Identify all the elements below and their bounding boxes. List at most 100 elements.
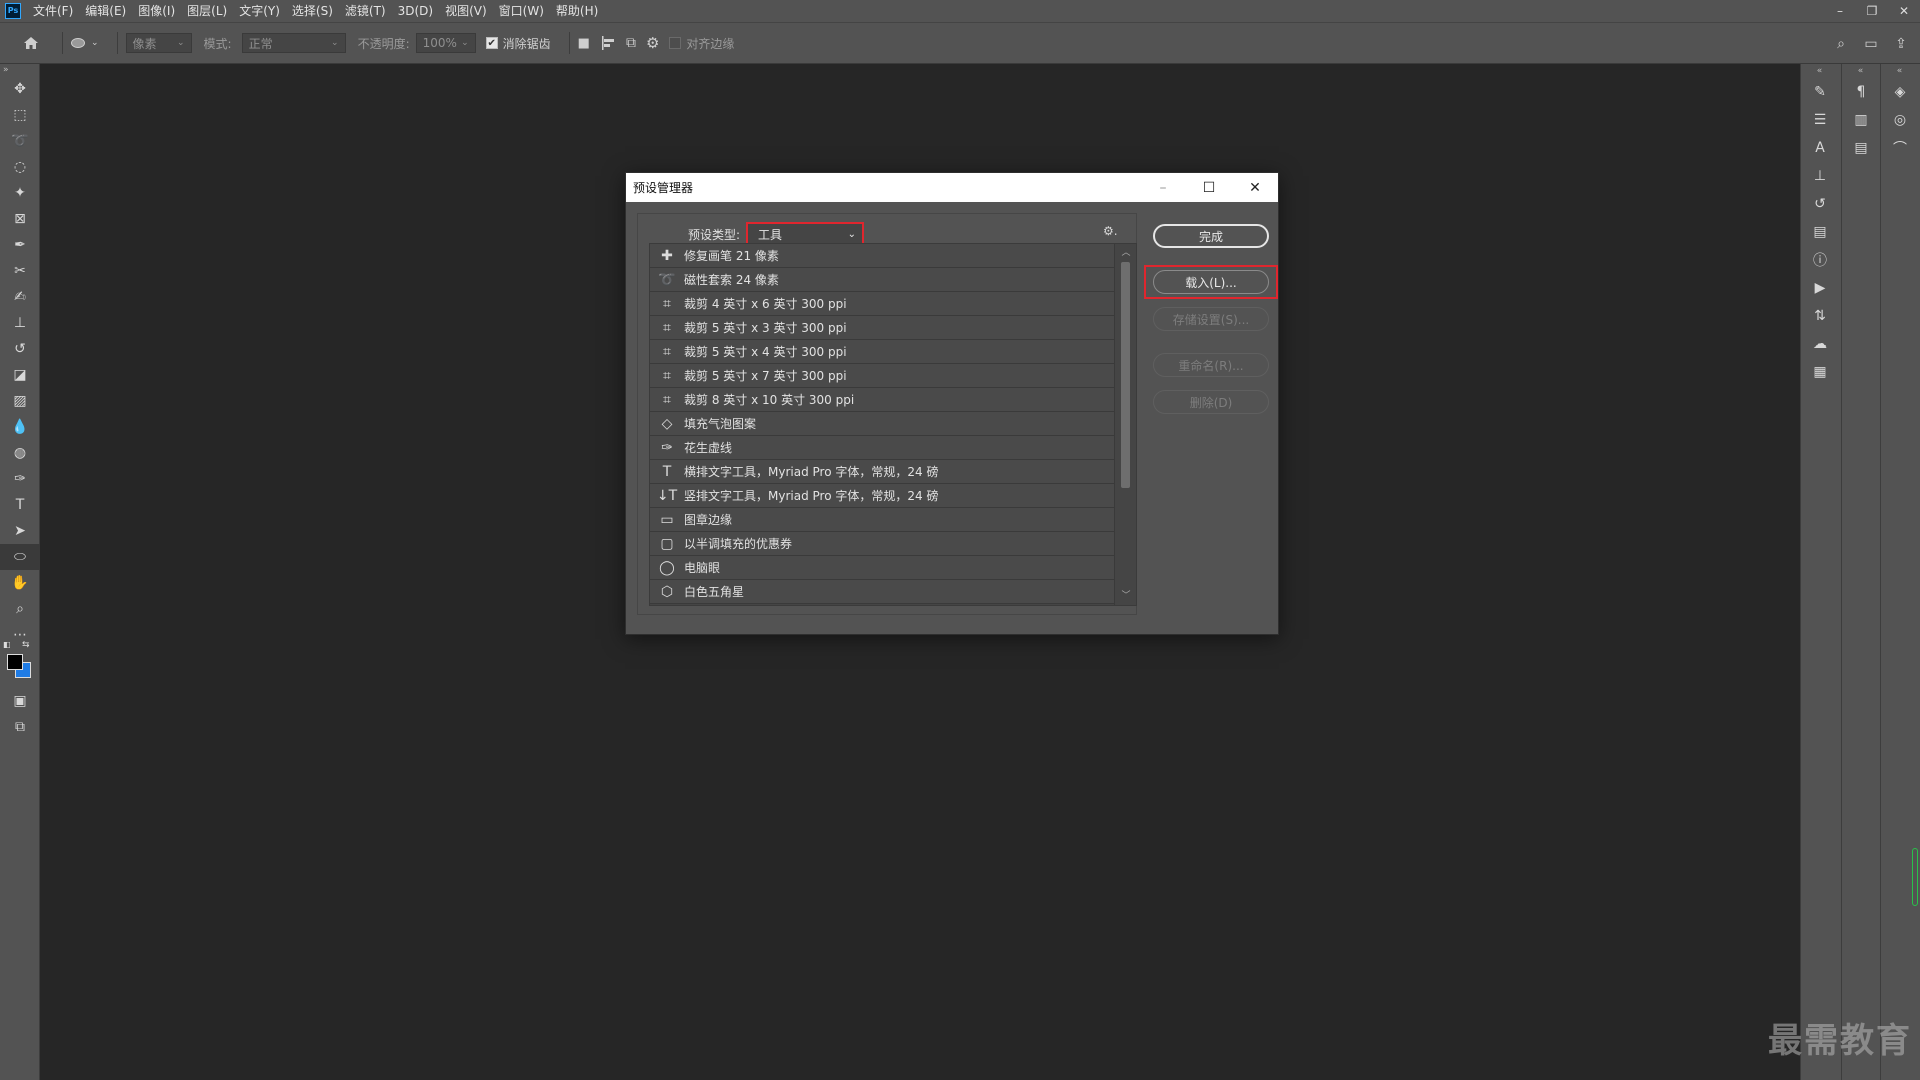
collapse-panels-icon[interactable]: «	[1881, 64, 1918, 78]
gradient-tool-icon[interactable]: ▨	[0, 388, 40, 414]
preset-row[interactable]: ⌗ 裁剪 4 英寸 x 6 英寸 300 ppi	[650, 292, 1114, 316]
history-brush-tool-icon[interactable]: ↺	[0, 336, 40, 362]
menu-item[interactable]: 文件(F)	[27, 0, 79, 22]
menu-item[interactable]: 图像(I)	[132, 0, 181, 22]
preset-row[interactable]: ▭ 图章边缘	[650, 508, 1114, 532]
rename-button[interactable]: 重命名(R)...	[1153, 353, 1269, 377]
hand-tool-icon[interactable]: ✋	[0, 570, 40, 596]
info-icon[interactable]: ⓘ	[1801, 246, 1839, 274]
collapse-panels-icon[interactable]: «	[1801, 64, 1838, 78]
workspace-icon[interactable]: ▭	[1856, 36, 1886, 52]
search-icon[interactable]: ⌕	[1826, 36, 1856, 52]
brush-settings-icon[interactable]: ✎	[1801, 78, 1839, 106]
close-window-button[interactable]: ✕	[1888, 0, 1920, 22]
crop-scissors-icon[interactable]: ✂	[0, 258, 40, 284]
delete-button[interactable]: 删除(D)	[1153, 390, 1269, 414]
antialias-checkbox[interactable]: ✔	[485, 37, 498, 49]
menu-item[interactable]: 滤镜(T)	[339, 0, 392, 22]
default-colors-icon[interactable]: ◧	[3, 640, 13, 650]
clone-source-icon[interactable]: ⊥	[1801, 162, 1839, 190]
eyedropper-tool-icon[interactable]: ✒	[0, 232, 40, 258]
preset-row[interactable]: ▢ 以半调填充的优惠券	[650, 532, 1114, 556]
gear-icon[interactable]: ⚙.	[1103, 224, 1118, 238]
preset-row[interactable]: T 横排文字工具，Myriad Pro 字体，常规，24 磅	[650, 460, 1114, 484]
blur-tool-icon[interactable]: 💧	[0, 414, 40, 440]
align-edges-checkbox[interactable]	[669, 37, 682, 49]
path-arrangement-icon[interactable]: ⧉	[626, 35, 636, 51]
dialog-close-button[interactable]: ✕	[1232, 173, 1278, 202]
move-tool-icon[interactable]: ✥	[0, 76, 40, 102]
minimize-window-button[interactable]: –	[1824, 0, 1856, 22]
menu-item[interactable]: 视图(V)	[439, 0, 493, 22]
align-edges-toggle[interactable]: 对齐边缘	[669, 35, 734, 52]
menu-item[interactable]: 编辑(E)	[79, 0, 132, 22]
swatches-icon[interactable]: ▥	[1842, 106, 1880, 134]
preset-row[interactable]: ⌗ 裁剪 8 英寸 x 10 英寸 300 ppi	[650, 388, 1114, 412]
properties-icon[interactable]: ▤	[1801, 218, 1839, 246]
preset-row[interactable]: ⌗ 裁剪 5 英寸 x 3 英寸 300 ppi	[650, 316, 1114, 340]
timeline-icon[interactable]: ⇅	[1801, 302, 1839, 330]
marquee-tool-icon[interactable]: ⬚	[0, 102, 40, 128]
mode-select[interactable]: 正常 ⌄	[241, 33, 346, 53]
path-alignment-icon[interactable]	[600, 35, 616, 51]
frame-tool-icon[interactable]: ⊠	[0, 206, 40, 232]
restore-window-button[interactable]: ❐	[1856, 0, 1888, 22]
notes-icon[interactable]: ▤	[1842, 134, 1880, 162]
preset-list[interactable]: ✚ 修复画笔 21 像素 ➰ 磁性套索 24 像素 ⌗ 裁剪 4 英寸 x 6 英寸 30…	[649, 243, 1137, 606]
magic-wand-tool-icon[interactable]: ✦	[0, 180, 40, 206]
eraser-tool-icon[interactable]: ◪	[0, 362, 40, 388]
preset-row[interactable]: ⌗ 裁剪 5 英寸 x 4 英寸 300 ppi	[650, 340, 1114, 364]
preset-row[interactable]: ✚ 修复画笔 21 像素	[650, 244, 1114, 268]
unit-select[interactable]: 像素 ⌄	[125, 33, 192, 53]
scroll-up-icon[interactable]: ︿	[1115, 246, 1136, 260]
dialog-minimize-button[interactable]: –	[1140, 173, 1186, 202]
zoom-tool-icon[interactable]: ⌕	[0, 596, 40, 622]
brush-tool-icon[interactable]: ✍	[0, 284, 40, 310]
dialog-maximize-button[interactable]: ☐	[1186, 173, 1232, 202]
paths-icon[interactable]: ⌒	[1881, 134, 1919, 162]
quick-select-tool-icon[interactable]: ◌	[0, 154, 40, 180]
shape-preset-picker[interactable]: ⌄	[71, 38, 99, 48]
pen-tool-icon[interactable]: ✑	[0, 466, 40, 492]
dialog-title-bar[interactable]: 预设管理器 – ☐ ✕	[626, 173, 1278, 202]
3d-icon[interactable]: ☁	[1801, 330, 1839, 358]
preset-row[interactable]: ✑ 花生虚线	[650, 436, 1114, 460]
menu-item[interactable]: 文字(Y)	[233, 0, 286, 22]
menu-item[interactable]: 选择(S)	[286, 0, 339, 22]
menu-item[interactable]: 3D(D)	[392, 0, 439, 22]
preset-row[interactable]: ⬡ 白色五角星	[650, 580, 1114, 604]
actions-icon[interactable]: ▶	[1801, 274, 1839, 302]
scroll-down-icon[interactable]: ﹀	[1115, 589, 1136, 603]
preset-row[interactable]: ◯ 电脑眼	[650, 556, 1114, 580]
collapse-panels-icon[interactable]: «	[1842, 64, 1879, 78]
quick-mask-icon[interactable]: ▣	[0, 688, 40, 714]
home-icon[interactable]	[18, 36, 44, 50]
ellipse-tool-icon[interactable]: ⬭	[0, 544, 40, 570]
layers-icon[interactable]: ◈	[1881, 78, 1919, 106]
done-button[interactable]: 完成	[1153, 224, 1269, 248]
menu-item[interactable]: 帮助(H)	[550, 0, 604, 22]
foreground-color-swatch[interactable]	[7, 654, 23, 670]
antialias-toggle[interactable]: ✔ 消除锯齿	[485, 35, 551, 52]
channels-icon[interactable]: ◎	[1881, 106, 1919, 134]
history-icon[interactable]: ↺	[1801, 190, 1839, 218]
save-settings-button[interactable]: 存储设置(S)...	[1153, 307, 1269, 331]
collapse-toolbar-icon[interactable]: »	[0, 64, 39, 76]
menu-item[interactable]: 窗口(W)	[493, 0, 550, 22]
character-icon[interactable]: A	[1801, 134, 1839, 162]
screen-mode-icon[interactable]: ⧉	[0, 714, 40, 740]
preset-row[interactable]: ↓T 竖排文字工具，Myriad Pro 字体，常规，24 磅	[650, 484, 1114, 508]
preset-row[interactable]: ◇ 填充气泡图案	[650, 412, 1114, 436]
swap-colors-icon[interactable]: ⇆	[22, 640, 30, 650]
path-select-tool-icon[interactable]: ➤	[0, 518, 40, 544]
load-button[interactable]: 载入(L)...	[1153, 270, 1269, 294]
clone-stamp-tool-icon[interactable]: ⊥	[0, 310, 40, 336]
lasso-tool-icon[interactable]: ➰	[0, 128, 40, 154]
opacity-field[interactable]: 100% ⌄	[415, 33, 476, 53]
table-icon[interactable]: ▦	[1801, 358, 1839, 386]
share-icon[interactable]: ⇪	[1886, 36, 1916, 52]
type-tool-icon[interactable]: T	[0, 492, 40, 518]
menu-item[interactable]: 图层(L)	[181, 0, 233, 22]
adjustments-icon[interactable]: ☰	[1801, 106, 1839, 134]
dodge-tool-icon[interactable]: ◍	[0, 440, 40, 466]
